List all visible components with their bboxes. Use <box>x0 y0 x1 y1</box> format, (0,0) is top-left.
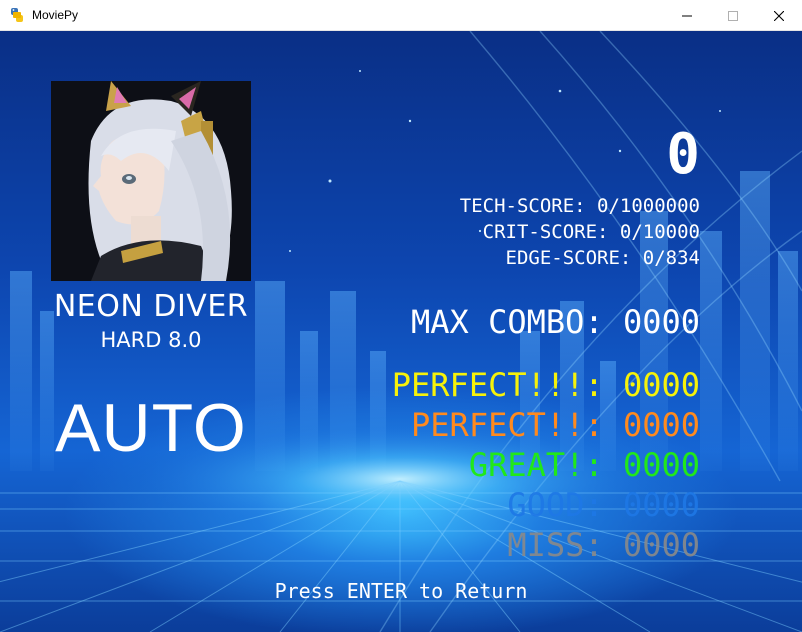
close-icon <box>774 10 784 21</box>
window-title: MoviePy <box>32 8 79 22</box>
judgement-great: GREAT!: 0000 <box>468 446 700 484</box>
python-snake-icon <box>9 7 25 23</box>
judgement-miss: MISS: 0000 <box>507 526 700 564</box>
title-bar[interactable]: MoviePy <box>0 0 802 31</box>
song-jacket-image <box>51 81 251 281</box>
app-window: MoviePy NEON DIVER HARD 8.0 AUTO 0 TECH-… <box>0 0 802 632</box>
edge-score: EDGE-SCORE: 0/834 <box>505 247 700 269</box>
judgement-perfect-plus: PERFECT!!!: 0000 <box>391 366 700 404</box>
minimize-icon <box>682 15 692 16</box>
song-difficulty: HARD 8.0 <box>100 328 202 352</box>
judgement-good: GOOD: 0000 <box>507 486 700 524</box>
close-button[interactable] <box>756 0 802 31</box>
tech-score: TECH-SCORE: 0/1000000 <box>459 195 700 217</box>
song-title: NEON DIVER <box>53 289 249 324</box>
crit-score: CRIT-SCORE: 0/10000 <box>482 221 700 243</box>
result-screen: NEON DIVER HARD 8.0 AUTO 0 TECH-SCORE: 0… <box>0 31 802 632</box>
maximize-button[interactable] <box>710 0 756 31</box>
return-hint: Press ENTER to Return <box>274 579 528 603</box>
maximize-icon <box>728 10 738 21</box>
minimize-button[interactable] <box>664 0 710 31</box>
total-score: 0 <box>666 122 700 187</box>
judgement-perfect: PERFECT!!: 0000 <box>411 406 700 444</box>
window-controls <box>664 0 802 31</box>
max-combo: MAX COMBO: 0000 <box>411 303 700 341</box>
auto-play-label: AUTO <box>55 390 247 466</box>
